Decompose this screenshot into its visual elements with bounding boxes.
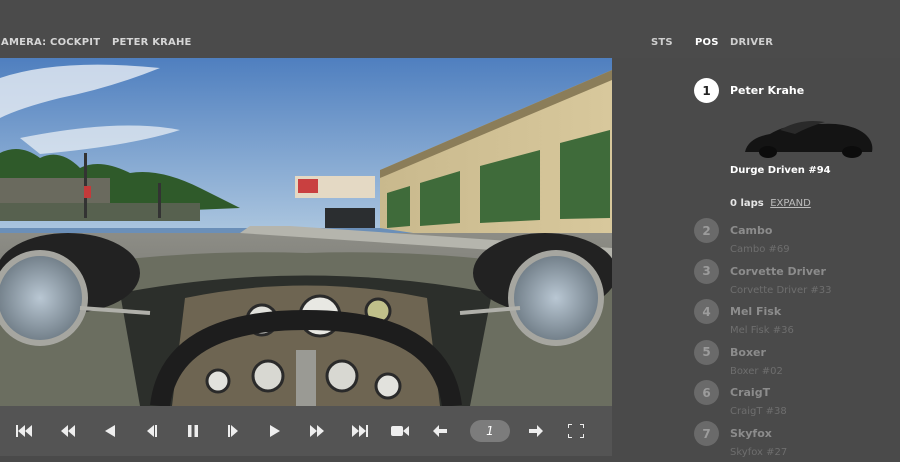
column-header-pos[interactable]: POS <box>695 37 719 48</box>
car-label: Boxer #02 <box>730 365 783 377</box>
car-label: Cambo #69 <box>730 244 790 255</box>
step-back-button[interactable] <box>98 420 122 442</box>
frame-forward-icon <box>228 425 238 437</box>
car-label: CraigT #38 <box>730 406 787 418</box>
position-badge: 4 <box>694 299 719 325</box>
camera-button[interactable] <box>388 420 412 442</box>
camera-icon <box>391 426 409 436</box>
position-badge: 6 <box>694 380 719 406</box>
rewind-icon <box>61 425 75 437</box>
replay-viewport[interactable] <box>0 58 612 406</box>
lap-number-input[interactable]: 1 <box>470 420 510 442</box>
pause-icon <box>188 425 198 437</box>
skip-to-start-button[interactable] <box>12 420 36 442</box>
frame-back-icon <box>147 425 157 437</box>
play-icon <box>270 425 280 437</box>
driver-name: Peter Krahe <box>730 84 805 97</box>
driver-name: CraigT <box>730 386 771 400</box>
frame-back-button[interactable] <box>139 420 163 442</box>
car-label: Corvette Driver #33 <box>730 284 832 296</box>
frame-forward-button[interactable] <box>222 420 246 442</box>
driver-name: Skyfox <box>730 427 772 440</box>
playback-controls: 1 <box>0 406 612 456</box>
arrow-right-icon <box>529 425 543 437</box>
skip-to-end-button[interactable] <box>348 420 372 442</box>
expand-link[interactable]: EXPAND <box>770 198 811 209</box>
previous-driver-button[interactable] <box>428 420 452 442</box>
play-button[interactable] <box>263 420 287 442</box>
camera-mode-label[interactable]: AMERA: COCKPIT <box>1 37 100 48</box>
laps-count: 0 laps <box>730 198 764 209</box>
driver-name: Corvette Driver <box>730 264 826 278</box>
car-silhouette-image <box>745 121 873 158</box>
position-badge: 1 <box>694 78 719 103</box>
column-header-driver[interactable]: DRIVER <box>730 37 773 48</box>
laps-info: 0 laps EXPAND <box>730 198 811 209</box>
fast-forward-icon <box>310 425 324 437</box>
fast-forward-button[interactable] <box>305 420 329 442</box>
step-back-icon <box>105 425 115 437</box>
car-label: Mel Fisk #36 <box>730 325 794 337</box>
car-label: Skyfox #27 <box>730 447 788 458</box>
driver-name: Mel Fisk <box>730 305 782 319</box>
fullscreen-button[interactable] <box>564 420 588 442</box>
position-badge: 5 <box>694 339 719 365</box>
position-badge: 3 <box>694 258 719 284</box>
rewind-button[interactable] <box>56 420 80 442</box>
position-badge: 2 <box>694 218 719 243</box>
skip-to-start-icon <box>16 425 32 437</box>
arrow-left-icon <box>433 425 447 437</box>
car-label: Durge Driven #94 <box>730 165 831 176</box>
top-bar: AMERA: COCKPIT PETER KRAHE STS POS DRIVE… <box>0 0 900 58</box>
driver-name: Cambo <box>730 224 773 237</box>
driver-name: Boxer <box>730 345 766 359</box>
fullscreen-icon <box>568 424 584 438</box>
pause-button[interactable] <box>181 420 205 442</box>
next-driver-button[interactable] <box>524 420 548 442</box>
skip-to-end-icon <box>352 425 368 437</box>
column-header-sts[interactable]: STS <box>651 37 673 48</box>
cockpit-scene <box>0 58 612 406</box>
position-badge: 7 <box>694 421 719 446</box>
focused-driver-label[interactable]: PETER KRAHE <box>112 37 192 48</box>
